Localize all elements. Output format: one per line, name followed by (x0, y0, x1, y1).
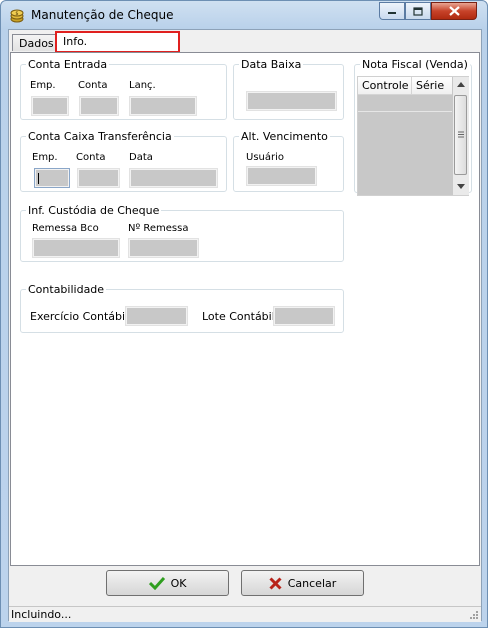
contabilidade-group: Contabilidade Exercício Contábil Lote Co… (20, 283, 344, 333)
cancel-label: Cancelar (287, 576, 337, 590)
emp-label: Emp. (32, 152, 58, 163)
nota-fiscal-legend: Nota Fiscal (Venda) (362, 58, 468, 71)
cancel-button[interactable]: Cancelar (241, 570, 364, 596)
dialog-client-area: Dados Info. Complementares Conta Entrada… (8, 29, 482, 622)
ok-button[interactable]: OK (106, 570, 229, 596)
nota-fiscal-group: Nota Fiscal (Venda) Controle Série (354, 58, 472, 196)
cheque-app-icon: $ (10, 9, 24, 23)
conta-label: Conta (78, 80, 108, 91)
conta-caixa-legend: Conta Caixa Transferência (28, 130, 172, 143)
contabilidade-legend: Contabilidade (28, 283, 105, 296)
conta-entrada-group: Conta Entrada Emp. Conta Lanç. (20, 58, 227, 120)
exercicio-contabil-label: Exercício Contábil (30, 310, 129, 323)
column-header-controle[interactable]: Controle (358, 77, 412, 95)
scrollbar-thumb[interactable] (454, 95, 467, 175)
data-baixa-field[interactable] (246, 91, 337, 111)
close-button[interactable] (431, 2, 477, 20)
status-text: Incluindo... (11, 608, 72, 621)
conta-entrada-legend: Conta Entrada (28, 58, 108, 71)
nota-fiscal-scrollbar[interactable] (453, 77, 469, 195)
lote-contabil-label: Lote Contábil (202, 310, 275, 323)
tab-info-complementares[interactable]: Info. Complementares (55, 31, 180, 66)
scroll-up-icon[interactable] (457, 82, 465, 87)
emp-label: Emp. (30, 80, 56, 91)
svg-text:$: $ (15, 11, 18, 17)
conta-entrada-emp-field[interactable] (31, 96, 69, 116)
grip-icon (458, 131, 464, 138)
alt-vencimento-group: Alt. Vencimento Usuário (233, 130, 344, 192)
maximize-icon (413, 6, 423, 16)
conta-entrada-conta-field[interactable] (79, 96, 119, 116)
x-icon (269, 576, 282, 590)
text-caret (38, 173, 39, 184)
conta-caixa-emp-field[interactable] (34, 168, 70, 188)
data-label: Data (129, 152, 153, 163)
close-icon (448, 6, 460, 16)
exercicio-contabil-field[interactable] (125, 306, 188, 326)
window: $ Manutenção de Cheque Dados Info. Compl… (0, 0, 488, 628)
data-baixa-legend: Data Baixa (241, 58, 302, 71)
conta-entrada-lanc-field[interactable] (129, 96, 197, 116)
n-remessa-field[interactable] (128, 238, 199, 258)
minimize-button[interactable] (379, 2, 405, 20)
tab-panel-info-complementares: Conta Entrada Emp. Conta Lanç. Data Baix… (10, 52, 480, 566)
title-bar: $ Manutenção de Cheque (1, 1, 487, 29)
conta-caixa-data-field[interactable] (129, 168, 218, 188)
maximize-button[interactable] (405, 2, 431, 20)
custodia-group: Inf. Custódia de Cheque Remessa Bco Nº R… (20, 204, 344, 262)
table-row[interactable] (358, 95, 452, 112)
minimize-icon (388, 12, 396, 14)
conta-caixa-group: Conta Caixa Transferência Emp. Conta Dat… (20, 130, 227, 192)
status-bar: Incluindo... (9, 606, 481, 622)
remessa-bco-field[interactable] (32, 238, 120, 258)
column-header-serie[interactable]: Série (412, 77, 452, 95)
button-bar: OK Cancelar (9, 566, 481, 606)
scroll-down-icon[interactable] (457, 184, 465, 189)
custodia-legend: Inf. Custódia de Cheque (28, 204, 160, 217)
remessa-bco-label: Remessa Bco (32, 223, 99, 234)
ok-label: OK (170, 576, 187, 590)
checkmark-icon (148, 576, 165, 590)
tab-dados[interactable]: Dados (12, 34, 58, 51)
lote-contabil-field[interactable] (273, 306, 335, 326)
usuario-field[interactable] (246, 166, 317, 186)
nota-fiscal-grid[interactable]: Controle Série (357, 76, 469, 196)
data-baixa-group: Data Baixa (233, 58, 344, 120)
n-remessa-label: Nº Remessa (128, 223, 189, 234)
window-title: Manutenção de Cheque (31, 8, 174, 22)
usuario-label: Usuário (246, 152, 285, 163)
lanc-label: Lanç. (129, 80, 156, 91)
tab-strip: Dados Info. Complementares (9, 30, 481, 66)
alt-vencimento-legend: Alt. Vencimento (241, 130, 328, 143)
conta-caixa-conta-field[interactable] (77, 168, 120, 188)
resize-grip-icon[interactable] (469, 610, 479, 620)
conta-label: Conta (76, 152, 106, 163)
